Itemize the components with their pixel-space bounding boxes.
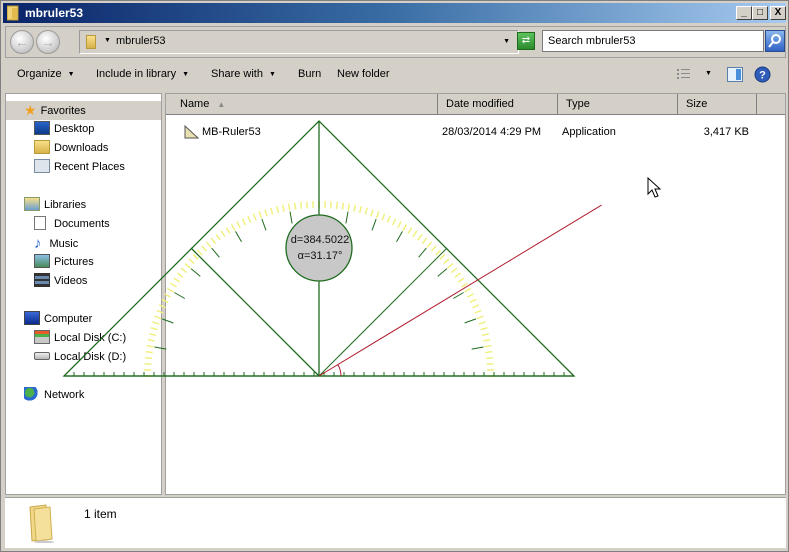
star-icon: ★ xyxy=(24,102,37,118)
column-header-date-modified[interactable]: Date modified xyxy=(438,94,558,114)
sidebar-item-local-disk-d[interactable]: Local Disk (D:) xyxy=(34,348,126,367)
sidebar-item-label: Recent Places xyxy=(54,161,125,173)
sidebar-item-videos[interactable]: Videos xyxy=(34,272,87,291)
file-size: 3,417 KB xyxy=(703,126,749,138)
burn-button[interactable]: Burn xyxy=(298,68,321,80)
close-button[interactable]: X xyxy=(770,6,786,20)
column-header-size[interactable]: Size xyxy=(678,94,757,114)
sidebar-item-libraries[interactable]: Libraries xyxy=(24,196,86,215)
folder-icon xyxy=(29,504,54,543)
share-with-menu[interactable]: Share with ▼ xyxy=(211,68,276,80)
column-header-name[interactable]: Name ▲ xyxy=(166,94,438,114)
sidebar-item-desktop[interactable]: Desktop xyxy=(34,120,94,139)
sidebar-item-label: Local Disk (C:) xyxy=(54,332,127,344)
sidebar-item-recent-places[interactable]: Recent Places xyxy=(34,158,125,177)
local-disk-c-icon xyxy=(34,330,50,344)
view-dropdown-icon[interactable]: ▼ xyxy=(705,70,712,77)
search-icon xyxy=(768,34,781,48)
back-button[interactable]: ← xyxy=(10,30,34,54)
file-list: Name ▲ Date modified Type Size MB-Ruler5… xyxy=(165,93,786,495)
folder-icon xyxy=(7,5,19,21)
item-count: 1 item xyxy=(84,507,117,521)
sidebar-item-label: Favorites xyxy=(40,105,86,117)
local-disk-d-icon xyxy=(34,352,50,360)
include-in-library-label: Include in library xyxy=(96,68,177,80)
back-arrow-icon: ← xyxy=(15,34,29,50)
new-folder-button[interactable]: New folder xyxy=(337,68,390,80)
folder-icon xyxy=(86,35,96,49)
application-icon xyxy=(184,124,200,139)
sidebar-item-network[interactable]: Network xyxy=(24,386,84,405)
svg-text:?: ? xyxy=(759,70,766,82)
music-icon: ♪ xyxy=(34,235,42,252)
search-placeholder: Search mbruler53 xyxy=(548,35,636,47)
sidebar-item-music[interactable]: ♪ Music xyxy=(34,234,78,253)
address-bar[interactable]: ▼ mbruler53 ▼ xyxy=(79,30,519,54)
refresh-button[interactable]: ⇄ xyxy=(517,32,535,50)
sort-ascending-icon: ▲ xyxy=(217,100,226,109)
breadcrumb-caret-icon[interactable]: ▼ xyxy=(104,37,111,44)
sidebar-item-label: Music xyxy=(49,238,79,250)
sidebar-item-downloads[interactable]: Downloads xyxy=(34,139,108,158)
view-options-icon[interactable] xyxy=(676,68,692,82)
videos-icon xyxy=(34,273,50,287)
column-header-spacer xyxy=(757,94,785,114)
minimize-button[interactable]: _ xyxy=(736,6,752,20)
column-header-type[interactable]: Type xyxy=(558,94,678,114)
organize-menu[interactable]: Organize ▼ xyxy=(17,68,75,80)
downloads-icon xyxy=(34,140,50,154)
chevron-down-icon: ▼ xyxy=(182,71,190,78)
desktop-icon xyxy=(34,121,50,135)
forward-button[interactable]: → xyxy=(36,30,60,54)
column-label: Name xyxy=(180,98,210,110)
refresh-icon: ⇄ xyxy=(521,35,531,46)
column-headers: Name ▲ Date modified Type Size xyxy=(166,94,785,115)
sidebar-item-label: Libraries xyxy=(44,199,87,211)
network-icon xyxy=(24,387,40,401)
file-type: Application xyxy=(562,126,616,138)
navigation-bar: ← → ▼ mbruler53 ▼ ⇄ Search mbruler53 xyxy=(5,26,786,58)
share-with-label: Share with xyxy=(211,68,263,80)
documents-icon xyxy=(34,216,46,230)
navigation-pane: ★ Favorites Desktop Downloads Recent Plac… xyxy=(5,93,162,495)
address-dropdown-icon[interactable]: ▼ xyxy=(503,38,510,45)
recent-places-icon xyxy=(34,159,50,173)
pictures-icon xyxy=(34,254,50,268)
sidebar-item-favorites[interactable]: ★ Favorites xyxy=(6,101,161,120)
sidebar-item-local-disk-c[interactable]: Local Disk (C:) xyxy=(34,329,126,348)
details-pane: 1 item xyxy=(5,497,786,548)
title-bar[interactable]: mbruler53 _ □ X xyxy=(3,3,786,23)
organize-label: Organize xyxy=(17,68,62,80)
sidebar-item-label: Network xyxy=(44,389,85,401)
file-row[interactable]: MB-Ruler53 28/03/2014 4:29 PM Applicatio… xyxy=(166,122,785,142)
file-name: MB-Ruler53 xyxy=(202,126,261,138)
sidebar-item-pictures[interactable]: Pictures xyxy=(34,253,94,272)
sidebar-item-computer[interactable]: Computer xyxy=(24,310,92,329)
sidebar-item-label: Downloads xyxy=(54,142,109,154)
sidebar-item-label: Pictures xyxy=(54,256,94,268)
maximize-button[interactable]: □ xyxy=(752,6,768,20)
file-date-modified: 28/03/2014 4:29 PM xyxy=(442,126,542,138)
explorer-window: mbruler53 _ □ X ← → ▼ mbruler53 ▼ ⇄ Sear… xyxy=(0,0,789,552)
search-button[interactable] xyxy=(765,30,785,52)
breadcrumb-path[interactable]: mbruler53 xyxy=(116,35,166,47)
preview-pane-icon[interactable] xyxy=(727,67,743,83)
sidebar-item-label: Desktop xyxy=(54,123,95,135)
command-bar: Organize ▼ Include in library ▼ Share with… xyxy=(5,61,786,89)
help-icon[interactable]: ? xyxy=(754,66,771,83)
search-input[interactable]: Search mbruler53 xyxy=(542,30,764,52)
chevron-down-icon: ▼ xyxy=(67,71,75,78)
sidebar-item-label: Computer xyxy=(44,313,93,325)
sidebar-item-label: Videos xyxy=(54,275,88,287)
forward-arrow-icon: → xyxy=(41,34,55,50)
chevron-down-icon: ▼ xyxy=(268,71,276,78)
sidebar-item-documents[interactable]: Documents xyxy=(34,215,110,234)
computer-icon xyxy=(24,311,40,325)
sidebar-item-label: Local Disk (D:) xyxy=(54,351,127,363)
sidebar-item-label: Documents xyxy=(54,218,110,230)
include-in-library-menu[interactable]: Include in library ▼ xyxy=(96,68,189,80)
libraries-icon xyxy=(24,197,40,211)
window-title: mbruler53 xyxy=(25,6,84,20)
